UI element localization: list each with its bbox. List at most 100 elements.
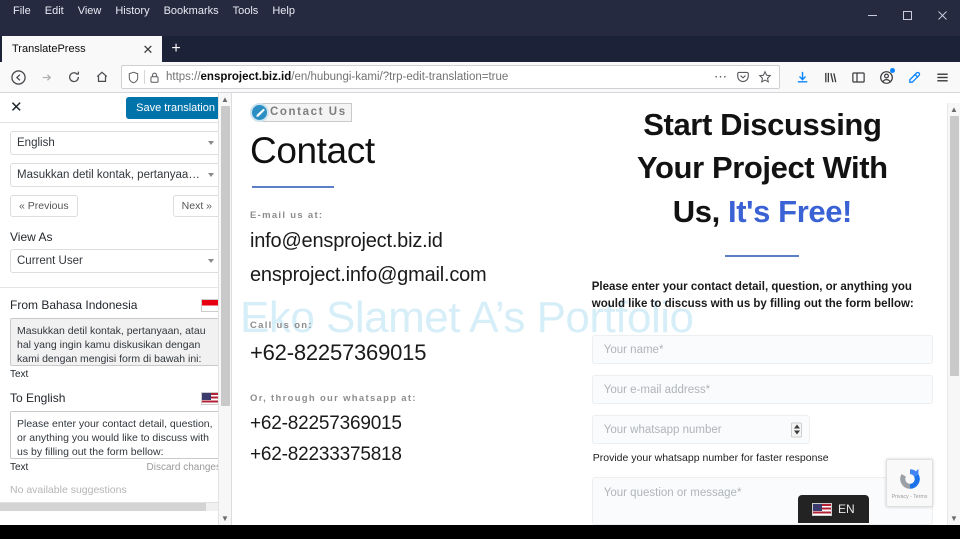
url-scheme: https://	[166, 71, 201, 83]
menu-bar: File Edit View History Bookmarks Tools H…	[0, 0, 302, 22]
url-security-icons	[124, 70, 163, 84]
from-meta: Text	[10, 369, 221, 380]
back-button[interactable]	[4, 64, 32, 90]
sidebar-scroll-thumb[interactable]	[221, 106, 230, 406]
download-icon[interactable]	[789, 64, 816, 90]
page-scroll-up-icon[interactable]: ▲	[948, 105, 960, 114]
new-tab-button[interactable]: +	[162, 36, 190, 62]
scroll-down-icon[interactable]: ▼	[221, 512, 229, 525]
menu-help[interactable]: Help	[265, 2, 302, 20]
menu-tools[interactable]: Tools	[226, 2, 266, 20]
scroll-up-icon[interactable]: ▲	[221, 93, 229, 106]
title-rule	[252, 185, 334, 188]
whatsapp-value-2[interactable]: +62-82233375818	[250, 444, 576, 466]
menu-bookmarks[interactable]: Bookmarks	[157, 2, 226, 20]
tab-strip: TranslatePress ✕ +	[0, 36, 960, 62]
menu-history[interactable]: History	[108, 2, 156, 20]
browser-window: File Edit View History Bookmarks Tools H…	[0, 0, 960, 539]
menu-edit[interactable]: Edit	[38, 2, 71, 20]
from-type-label: Text	[10, 369, 29, 380]
contact-form-column: Start Discussing Your Project With Us, I…	[576, 103, 933, 525]
tab-title: TranslatePress	[12, 43, 86, 55]
bookmark-star-icon[interactable]	[755, 67, 775, 87]
discard-changes-button[interactable]: Discard changes	[147, 462, 221, 473]
language-select[interactable]: English	[10, 131, 221, 155]
message-textarea[interactable]: Your question or message*	[591, 477, 933, 525]
form-intro-text: Please enter your contact detail, questi…	[591, 281, 914, 311]
contact-us-eyebrow-group[interactable]: Contact Us	[250, 103, 352, 122]
tab-close-icon[interactable]: ✕	[140, 41, 156, 57]
url-bar[interactable]: https://ensproject.biz.id/en/hubungi-kam…	[121, 65, 780, 89]
url-path: /en/hubungi-kami/?trp-edit-translation=t…	[291, 71, 509, 83]
title-bar: File Edit View History Bookmarks Tools H…	[0, 0, 960, 36]
minimize-button[interactable]	[855, 0, 890, 30]
sidebar-vertical-scrollbar[interactable]: ▲ ▼	[218, 93, 231, 525]
page-actions-icon[interactable]: ⋯	[711, 67, 731, 87]
sidebar-icon[interactable]	[845, 64, 872, 90]
string-pagination: « Previous Next »	[10, 195, 221, 217]
chevron-down-icon	[208, 141, 214, 145]
recaptcha-icon	[899, 468, 920, 489]
url-text: https://ensproject.biz.id/en/hubungi-kam…	[163, 71, 711, 83]
email-input[interactable]: Your e-mail address*	[591, 375, 933, 405]
from-language-label: From Bahasa Indonesia	[10, 298, 138, 312]
tab-translatepress[interactable]: TranslatePress ✕	[2, 36, 162, 62]
whatsapp-value-1[interactable]: +62-82257369015	[250, 413, 576, 435]
menu-file[interactable]: File	[6, 2, 38, 20]
maximize-button[interactable]	[890, 0, 925, 30]
call-label: Call us on:	[250, 319, 313, 331]
sidebar-divider	[0, 287, 231, 288]
from-language-header: From Bahasa Indonesia	[10, 298, 221, 312]
account-icon[interactable]	[873, 64, 900, 90]
cta-heading: Start Discussing Your Project With Us, I…	[592, 103, 933, 233]
whatsapp-helper-text: Provide your whatsapp number for faster …	[592, 452, 829, 465]
close-button[interactable]	[925, 0, 960, 30]
page-scroll-thumb[interactable]	[950, 116, 959, 376]
page-inner: Eko Slamet A’s Portfolio Contact Us Cont…	[232, 103, 947, 525]
to-language-label: To English	[10, 391, 66, 405]
email-value-1[interactable]: info@ensproject.biz.id	[250, 230, 576, 253]
forward-button[interactable]	[32, 64, 60, 90]
next-button[interactable]: Next »	[172, 195, 221, 217]
translation-text-field[interactable]	[10, 411, 221, 459]
language-switcher[interactable]: EN	[798, 495, 869, 523]
edit-pencil-icon[interactable]	[250, 103, 269, 122]
source-text-field[interactable]	[10, 318, 221, 366]
name-input[interactable]: Your name*	[591, 335, 933, 365]
sidebar-close-icon[interactable]: ✕	[10, 100, 28, 115]
view-as-select[interactable]: Current User	[10, 249, 221, 273]
phone-value[interactable]: +62-82257369015	[250, 340, 576, 366]
recaptcha-badge[interactable]: Privacy - Terms	[886, 459, 933, 507]
home-button[interactable]	[88, 64, 116, 90]
message-placeholder: Your question or message*	[603, 487, 742, 500]
content-area: ✕ Save translation English Masukkan deti…	[0, 93, 960, 525]
url-action-icons: ⋯	[711, 67, 777, 87]
url-host: ensproject.biz.id	[200, 71, 292, 83]
library-icon[interactable]	[817, 64, 844, 90]
email-label: E-mail us at:	[250, 209, 324, 221]
shield-icon	[128, 71, 139, 83]
save-translation-button[interactable]: Save translation	[126, 96, 225, 119]
page-scroll-down-icon[interactable]: ▼	[948, 514, 960, 523]
number-stepper-icon[interactable]	[791, 422, 803, 438]
previous-button[interactable]: « Previous	[10, 195, 78, 217]
eyedropper-icon[interactable]	[901, 64, 928, 90]
sidebar-horizontal-scrollbar[interactable]	[0, 502, 219, 511]
reload-button[interactable]	[60, 64, 88, 90]
email-value-2[interactable]: ensproject.info@gmail.com	[250, 264, 576, 287]
name-input-placeholder: Your name*	[603, 343, 664, 356]
cta-line-1: Start Discussing	[643, 107, 882, 142]
pocket-icon[interactable]	[733, 67, 753, 87]
string-select[interactable]: Masukkan detil kontak, pertanyaan, a...	[10, 163, 221, 187]
whatsapp-input[interactable]: Your whatsapp number	[591, 415, 811, 445]
page-vertical-scrollbar[interactable]: ▲ ▼	[947, 103, 960, 525]
account-badge	[890, 68, 895, 73]
language-switcher-code: EN	[838, 502, 855, 516]
suggestions-text: No available suggestions	[10, 484, 127, 496]
to-type-label: Text	[10, 462, 29, 473]
menu-view[interactable]: View	[71, 2, 109, 20]
chevron-down-icon	[208, 259, 214, 263]
chevron-down-icon	[208, 173, 214, 177]
recaptcha-privacy-terms[interactable]: Privacy - Terms	[892, 494, 928, 500]
hamburger-menu-icon[interactable]	[929, 64, 956, 90]
